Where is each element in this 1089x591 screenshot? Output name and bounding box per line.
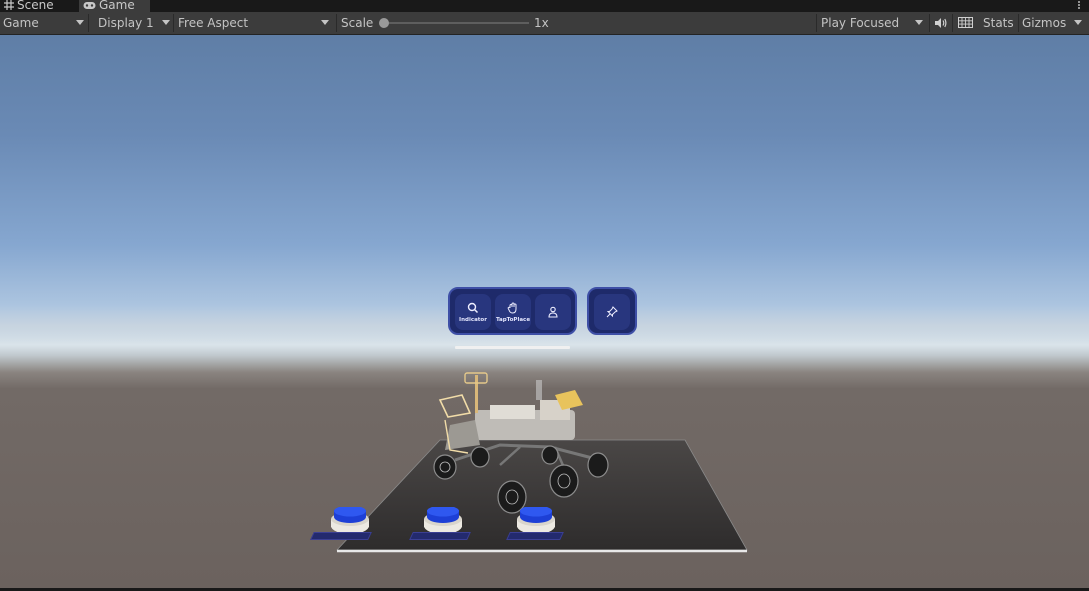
game-view-dropdown[interactable]: Game bbox=[0, 12, 87, 34]
gizmos-label: Gizmos bbox=[1022, 16, 1067, 30]
push-button-2[interactable] bbox=[409, 505, 471, 540]
gamepad-icon bbox=[83, 2, 96, 9]
keyboard-grid-icon bbox=[958, 17, 973, 28]
scale-label: Scale bbox=[341, 16, 374, 30]
game-viewport[interactable]: Indicator TapToPlace bbox=[0, 35, 1089, 588]
more-options-icon[interactable] bbox=[1077, 0, 1081, 12]
tab-bar: Scene Game bbox=[0, 0, 1089, 12]
game-view-toolbar: Game Display 1 Free Aspect Scale 1x Play… bbox=[0, 12, 1089, 35]
gizmos-dropdown[interactable]: Gizmos bbox=[1019, 12, 1089, 34]
push-button-1[interactable] bbox=[310, 505, 372, 540]
mute-audio-button[interactable] bbox=[931, 12, 951, 34]
scale-value: 1x bbox=[534, 16, 549, 30]
scene-platform bbox=[336, 372, 748, 553]
scale-slider-track[interactable] bbox=[382, 22, 529, 24]
tab-scene-label: Scene bbox=[17, 0, 54, 12]
near-menu: Indicator TapToPlace bbox=[448, 287, 577, 335]
aspect-dropdown[interactable]: Free Aspect bbox=[175, 12, 335, 34]
stats-button[interactable]: Stats bbox=[980, 12, 1018, 34]
aspect-dropdown-label: Free Aspect bbox=[178, 16, 249, 30]
tab-scene[interactable]: Scene bbox=[0, 0, 75, 12]
grid-icon bbox=[4, 0, 14, 10]
search-icon bbox=[467, 302, 479, 314]
pin-menu bbox=[587, 287, 637, 335]
push-button-label bbox=[506, 532, 564, 540]
chevron-down-icon bbox=[915, 20, 923, 25]
scale-slider-thumb[interactable] bbox=[379, 18, 389, 28]
person-icon bbox=[548, 306, 558, 318]
game-view-dropdown-label: Game bbox=[3, 16, 39, 30]
tap-to-place-button[interactable]: TapToPlace bbox=[495, 294, 531, 330]
follow-button[interactable] bbox=[535, 294, 571, 330]
display-dropdown[interactable]: Display 1 bbox=[95, 12, 173, 34]
pin-icon bbox=[606, 306, 618, 318]
indicator-button-label: Indicator bbox=[459, 317, 487, 323]
hand-icon bbox=[507, 302, 517, 314]
play-mode-dropdown[interactable]: Play Focused bbox=[818, 12, 928, 34]
push-button-label bbox=[409, 532, 471, 540]
tap-to-place-button-label: TapToPlace bbox=[495, 317, 531, 323]
chevron-down-icon bbox=[76, 20, 84, 25]
push-button-3[interactable] bbox=[506, 505, 564, 540]
speaker-icon bbox=[935, 18, 947, 28]
menu-drag-bar[interactable] bbox=[455, 346, 570, 349]
display-dropdown-label: Display 1 bbox=[98, 16, 154, 30]
play-mode-dropdown-label: Play Focused bbox=[821, 16, 900, 30]
chevron-down-icon bbox=[1074, 20, 1082, 25]
pin-button[interactable] bbox=[594, 294, 630, 330]
indicator-button[interactable]: Indicator bbox=[455, 294, 491, 330]
chevron-down-icon bbox=[162, 20, 170, 25]
tab-game[interactable]: Game bbox=[79, 0, 150, 12]
push-button-label bbox=[310, 532, 372, 540]
tab-game-label: Game bbox=[99, 0, 135, 12]
stats-grid-button[interactable] bbox=[955, 12, 977, 34]
chevron-down-icon bbox=[321, 20, 329, 25]
